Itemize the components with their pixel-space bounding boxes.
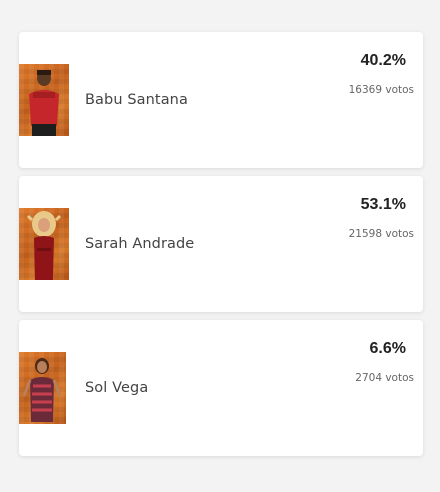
candidate-name: Sarah Andrade [85, 236, 195, 252]
vote-percentage: 6.6% [369, 340, 406, 357]
vote-count: 21598 votos [348, 228, 414, 240]
vote-percentage: 53.1% [360, 196, 406, 213]
candidate-card[interactable]: Sarah Andrade 53.1% 21598 votos [19, 176, 423, 312]
candidate-name: Sol Vega [85, 380, 149, 396]
candidate-name: Babu Santana [85, 92, 188, 108]
candidate-photo [19, 64, 69, 136]
person-photo-icon [22, 358, 62, 422]
vote-count: 16369 votos [348, 84, 414, 96]
candidate-card[interactable]: Sol Vega 6.6% 2704 votos [19, 320, 423, 456]
candidate-card[interactable]: Babu Santana 40.2% 16369 votos [19, 32, 423, 168]
candidate-photo [19, 352, 66, 424]
candidate-photo [19, 208, 69, 280]
person-photo-icon [26, 211, 62, 280]
person-photo-icon [29, 70, 59, 136]
vote-percentage: 40.2% [360, 52, 406, 69]
vote-count: 2704 votos [355, 372, 414, 384]
